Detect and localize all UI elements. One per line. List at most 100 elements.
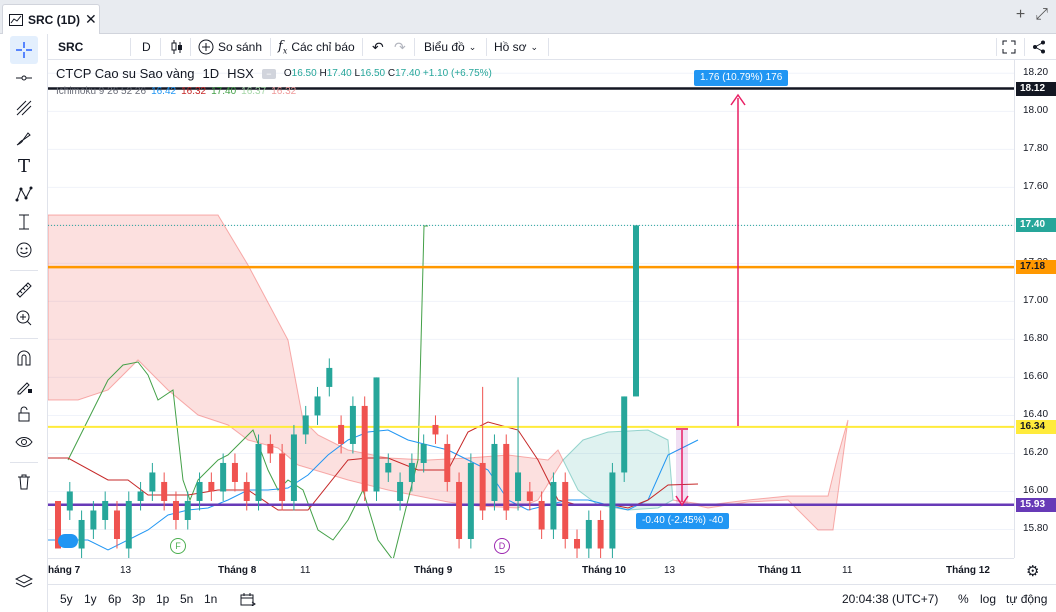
price-tick-label: 17.60 xyxy=(1023,181,1049,193)
chevron-down-icon: ⌄ xyxy=(468,41,477,52)
time-tick-label: Tháng 11 xyxy=(758,565,802,576)
text-icon[interactable]: T xyxy=(10,152,38,180)
event-marker-f[interactable]: F xyxy=(170,538,186,554)
indicator-name: Ichimoku 9 26 52 26 xyxy=(56,86,147,97)
range-button[interactable]: 1p xyxy=(156,592,169,606)
price-tick-label: 18.20 xyxy=(1023,67,1049,79)
pattern-icon[interactable] xyxy=(10,180,38,208)
chart-tab[interactable]: SRC (1D) ✕ xyxy=(2,4,100,34)
emoji-icon[interactable] xyxy=(10,236,38,264)
chart-type-menu[interactable]: Biểu đồ ⌄ xyxy=(424,34,476,60)
profile-menu[interactable]: Hồ sơ ⌄ xyxy=(494,34,538,60)
auto-scale-toggle[interactable]: tự động xyxy=(1006,592,1047,606)
time-tick-label: háng 7 xyxy=(48,565,81,576)
price-tag: 16.34 xyxy=(1016,419,1056,434)
compare-button[interactable]: So sánh xyxy=(198,34,262,60)
indicator-value: 16.37 xyxy=(241,86,267,97)
candle xyxy=(597,510,604,558)
range-button[interactable]: 6p xyxy=(108,592,121,606)
price-tick-label: 16.40 xyxy=(1023,409,1049,421)
price-tick-label: 16.00 xyxy=(1023,485,1049,497)
measure-up-label[interactable]: 1.76 (10.79%) 176 xyxy=(694,70,789,86)
expand-icon[interactable]: ⤢ xyxy=(1035,6,1048,24)
eye-icon[interactable] xyxy=(10,428,38,456)
candle xyxy=(562,472,569,549)
measure-range-icon[interactable] xyxy=(10,208,38,236)
layers-icon[interactable] xyxy=(10,568,38,596)
price-tick-label: 17.00 xyxy=(1023,295,1049,307)
ichimoku-cloud-red xyxy=(48,214,564,509)
chart-icon xyxy=(9,13,23,26)
chart-pane[interactable] xyxy=(48,60,1014,558)
undo-icon[interactable]: ↶ xyxy=(372,34,384,60)
interval-button[interactable]: D xyxy=(142,34,151,60)
range-button[interactable]: 3p xyxy=(132,592,145,606)
share-icon[interactable] xyxy=(1032,34,1046,60)
range-button[interactable]: 5n xyxy=(180,592,193,606)
candle xyxy=(66,481,73,520)
tab-title: SRC (1D) xyxy=(28,12,81,27)
fullscreen-icon[interactable] xyxy=(1002,34,1016,60)
clock-time[interactable]: 20:04:38 (UTC+7) xyxy=(842,592,938,606)
price-chart[interactable] xyxy=(48,60,1014,558)
candle xyxy=(503,434,510,520)
candle xyxy=(125,491,132,558)
price-axis[interactable]: 18.2018.0017.8017.6017.4017.2017.0016.80… xyxy=(1014,60,1056,558)
trend-line-icon[interactable] xyxy=(10,64,38,92)
candle xyxy=(208,472,215,501)
time-axis[interactable]: háng 7 13 Tháng 8 11 Tháng 9 15 Tháng 10 13 Thán… xyxy=(48,558,1014,582)
crosshair-icon[interactable] xyxy=(10,36,38,64)
indicator-value: 16.32 xyxy=(181,86,207,97)
candle xyxy=(633,225,639,397)
trash-icon[interactable] xyxy=(10,468,38,496)
fx-icon: fx xyxy=(278,38,288,56)
log-toggle[interactable]: log xyxy=(980,592,996,606)
lock-icon[interactable] xyxy=(10,400,38,428)
time-tick-label: 11 xyxy=(300,565,311,576)
fib-icon[interactable] xyxy=(10,94,38,122)
symbol-label: SRC xyxy=(58,40,84,54)
price-tag: 17.40 xyxy=(1016,218,1056,233)
measure-down-label[interactable]: -0.40 (-2.45%) -40 xyxy=(636,513,730,529)
candle xyxy=(574,529,581,558)
brush-icon[interactable] xyxy=(10,124,38,152)
indicators-button[interactable]: fx Các chỉ báo xyxy=(278,34,355,60)
price-tag: 15.93 xyxy=(1016,497,1056,512)
event-marker-d[interactable]: D xyxy=(494,538,510,554)
add-tab-icon[interactable]: + xyxy=(1016,6,1025,24)
close-tab-icon[interactable]: ✕ xyxy=(85,11,97,28)
ichimoku-cloud-green xyxy=(562,429,674,511)
collapse-icon[interactable]: − xyxy=(261,68,276,79)
range-button[interactable]: 5y xyxy=(60,592,73,606)
range-button[interactable]: 1y xyxy=(84,592,97,606)
candle xyxy=(467,453,474,549)
time-tick-label: Tháng 12 xyxy=(946,565,990,576)
plus-circle-icon xyxy=(198,39,214,55)
redo-icon[interactable]: ↷ xyxy=(394,34,406,60)
indicator-value: 16.42 xyxy=(151,86,177,97)
cloud-logo-icon[interactable] xyxy=(58,534,78,548)
range-button[interactable]: 1n xyxy=(204,592,217,606)
indicator-value: 17.40 xyxy=(211,86,237,97)
candle xyxy=(184,491,191,530)
candles-icon[interactable] xyxy=(170,34,184,60)
percent-toggle[interactable]: % xyxy=(958,592,969,606)
candle xyxy=(172,491,179,530)
price-tag: 17.18 xyxy=(1016,260,1056,275)
zoom-in-icon[interactable] xyxy=(10,304,38,332)
candle xyxy=(349,396,356,454)
symbol-search[interactable]: SRC xyxy=(58,34,83,60)
candle xyxy=(609,462,616,558)
candle xyxy=(137,481,144,511)
date-range-icon[interactable] xyxy=(240,592,256,609)
settings-icon[interactable]: ⚙ xyxy=(1026,562,1039,580)
ruler-icon[interactable] xyxy=(10,276,38,304)
indicator-legend[interactable]: Ichimoku 9 26 52 26 16.42 16.32 17.40 16… xyxy=(56,86,296,97)
candle xyxy=(491,434,498,511)
tab-bar: SRC (1D) ✕ + ⤢ xyxy=(0,0,1056,34)
candle xyxy=(78,510,85,558)
lock-drawing-icon[interactable] xyxy=(10,372,38,400)
tool-divider xyxy=(10,338,38,339)
chart-type-label: Biểu đồ xyxy=(424,40,465,54)
magnet-icon[interactable] xyxy=(10,344,38,372)
